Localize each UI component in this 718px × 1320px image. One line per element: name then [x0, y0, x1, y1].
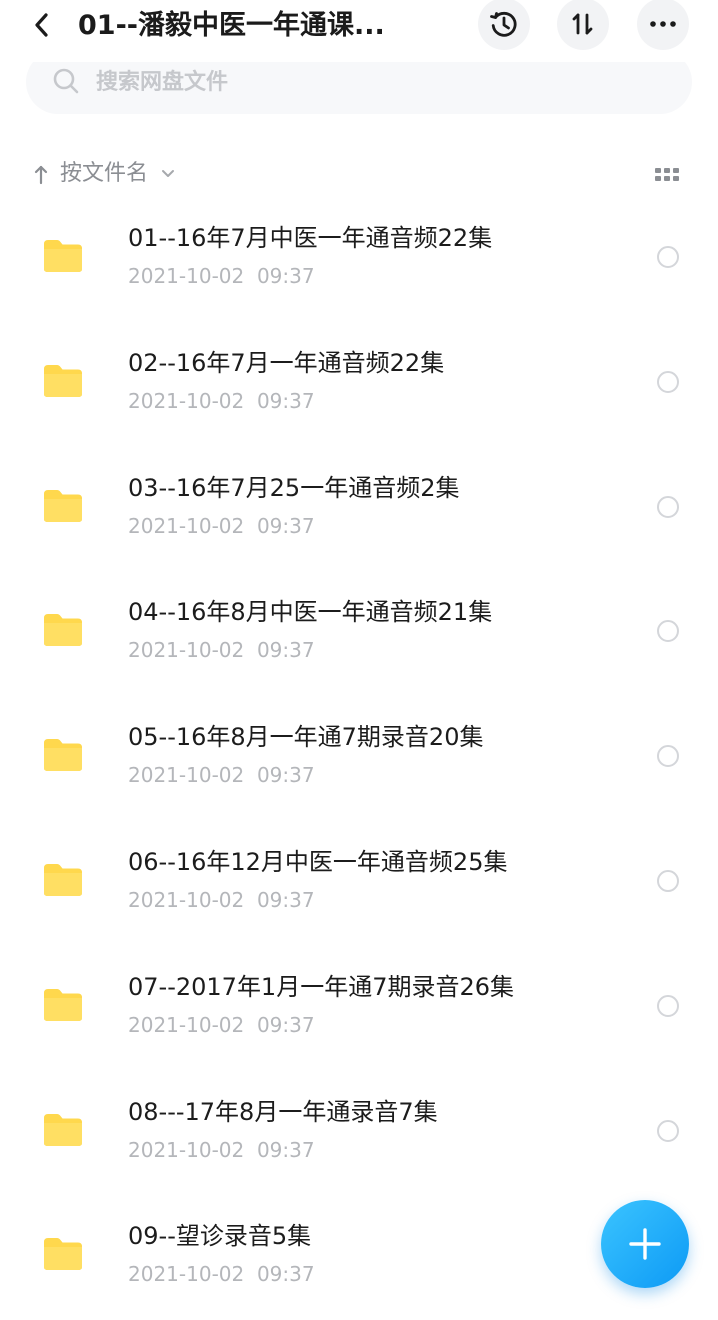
file-modified-time: 2021-10-02 09:37 — [128, 887, 315, 912]
file-modified-time: 2021-10-02 09:37 — [128, 1262, 315, 1287]
select-checkbox[interactable] — [657, 1119, 679, 1142]
file-name: 06--16年12月中医一年通音频25集 — [128, 847, 508, 876]
file-name: 01--16年7月中医一年通音频22集 — [128, 224, 493, 252]
select-checkbox[interactable] — [657, 620, 679, 643]
folder-icon — [44, 1238, 82, 1271]
page-title: 01--潘毅中医一年通课... — [78, 10, 385, 41]
sort-button[interactable] — [557, 0, 609, 50]
list-item[interactable]: 07--2017年1月一年通7期录音26集 2021-10-02 09:37 — [0, 943, 718, 1068]
history-button[interactable] — [478, 0, 530, 50]
chevron-down-icon — [162, 170, 175, 177]
list-item[interactable]: 06--16年12月中医一年通音频25集 2021-10-02 09:37 — [0, 818, 718, 943]
arrow-up-icon — [34, 165, 48, 185]
folder-icon — [44, 240, 82, 272]
select-checkbox[interactable] — [657, 869, 679, 892]
folder-icon — [44, 364, 82, 397]
file-modified-time: 2021-10-02 09:37 — [128, 1137, 315, 1162]
list-item[interactable]: 01--16年7月中医一年通音频22集 2021-10-02 09:37 — [0, 194, 718, 319]
list-item[interactable]: 02--16年7月一年通音频22集 2021-10-02 09:37 — [0, 319, 718, 444]
file-name: 04--16年8月中医一年通音频21集 — [128, 598, 493, 627]
grid-view-icon — [655, 168, 679, 181]
select-checkbox[interactable] — [657, 745, 679, 768]
search-icon — [53, 68, 79, 94]
select-checkbox[interactable] — [657, 246, 679, 268]
file-list: 01--16年7月中医一年通音频22集 2021-10-02 09:37 02-… — [0, 194, 718, 1317]
history-clock-icon — [490, 11, 517, 37]
file-name: 02--16年7月一年通音频22集 — [128, 348, 445, 377]
list-item[interactable]: 08---17年8月一年通录音7集 2021-10-02 09:37 — [0, 1068, 718, 1193]
file-modified-time: 2021-10-02 09:37 — [128, 1012, 315, 1037]
file-name: 05--16年8月一年通7期录音20集 — [128, 723, 484, 752]
select-checkbox[interactable] — [657, 994, 679, 1017]
list-item[interactable]: 04--16年8月中医一年通音频21集 2021-10-02 09:37 — [0, 568, 718, 693]
list-item[interactable]: 05--16年8月一年通7期录音20集 2021-10-02 09:37 — [0, 693, 718, 818]
folder-icon — [44, 988, 82, 1021]
top-nav-bar: 01--潘毅中医一年通课... — [0, 0, 718, 62]
folder-icon — [44, 614, 82, 647]
add-button[interactable] — [601, 1200, 689, 1288]
file-name: 08---17年8月一年通录音7集 — [128, 1097, 438, 1126]
more-dots-icon — [650, 21, 676, 27]
file-modified-time: 2021-10-02 09:37 — [128, 513, 315, 538]
back-button[interactable] — [22, 5, 62, 45]
sort-by-name-dropdown[interactable]: 按文件名 — [32, 158, 176, 190]
select-checkbox[interactable] — [657, 370, 679, 393]
sort-label: 按文件名 — [60, 161, 149, 186]
file-modified-time: 2021-10-02 09:37 — [128, 264, 315, 288]
folder-icon — [44, 863, 82, 896]
file-name: 07--2017年1月一年通7期录音26集 — [128, 972, 515, 1001]
sort-arrows-icon — [572, 13, 593, 35]
select-checkbox[interactable] — [657, 495, 679, 518]
file-modified-time: 2021-10-02 09:37 — [128, 763, 315, 788]
more-options-button[interactable] — [637, 0, 689, 50]
chevron-left-icon — [35, 13, 48, 37]
file-name: 03--16年7月25一年通音频2集 — [128, 473, 460, 502]
file-modified-time: 2021-10-02 09:37 — [128, 638, 315, 663]
search-input[interactable] — [96, 66, 656, 100]
folder-icon — [44, 739, 82, 772]
list-item[interactable]: 03--16年7月25一年通音频2集 2021-10-02 09:37 — [0, 444, 718, 569]
file-modified-time: 2021-10-02 09:37 — [128, 388, 315, 413]
folder-icon — [44, 1113, 82, 1146]
plus-icon — [629, 1228, 661, 1260]
view-mode-toggle[interactable] — [652, 162, 682, 186]
folder-icon — [44, 489, 82, 522]
file-name: 09--望诊录音5集 — [128, 1222, 312, 1251]
sort-bar: 按文件名 — [0, 150, 718, 198]
